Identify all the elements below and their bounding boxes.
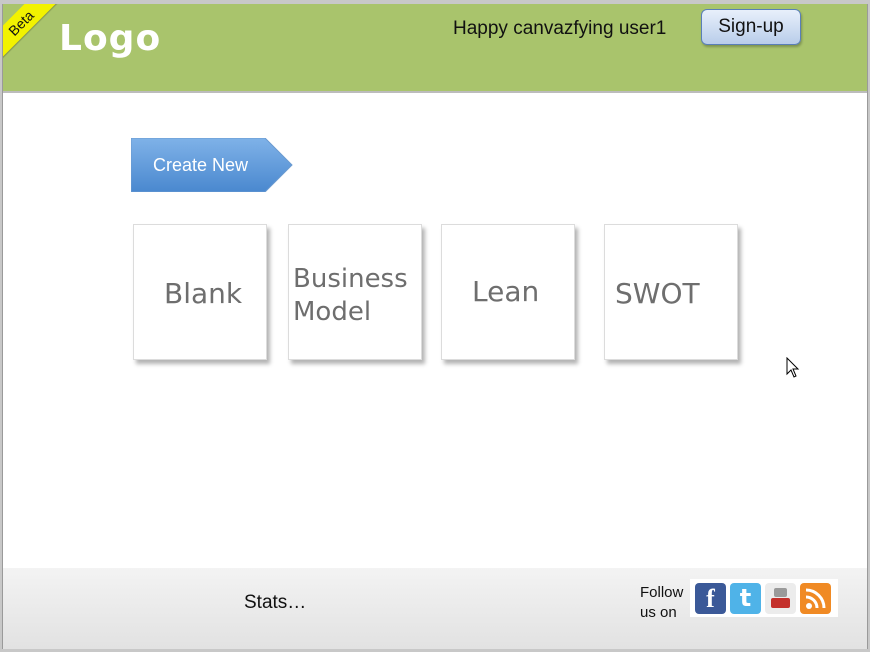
beta-ribbon: Beta (3, 4, 63, 65)
create-new-label: Create New (153, 155, 249, 175)
header-bar: Beta Logo Happy canvazfying user1 Sign-u… (3, 4, 867, 93)
youtube-icon[interactable] (765, 583, 796, 614)
facebook-icon[interactable]: f (695, 583, 726, 614)
user-greeting: Happy canvazfying user1 (453, 18, 667, 39)
template-card-lean[interactable]: Lean (441, 224, 575, 360)
create-new-button[interactable]: Create New (131, 138, 293, 192)
template-label-line2: Model (293, 297, 372, 327)
logo[interactable]: Logo (59, 18, 161, 59)
social-icons: f t (690, 579, 838, 617)
template-card-business-model[interactable]: Business Model (288, 224, 422, 360)
template-label: Blank (164, 277, 243, 310)
template-label: Business (293, 264, 408, 294)
follow-label: Follow us on (640, 583, 692, 623)
footer-bar: Stats… Follow us on f t (3, 568, 867, 649)
rss-icon[interactable] (800, 583, 831, 614)
template-card-blank[interactable]: Blank (133, 224, 267, 360)
mouse-cursor-icon (786, 357, 800, 378)
follow-label-line1: Follow (640, 584, 684, 601)
template-label: Lean (472, 275, 540, 308)
app-window: Beta Logo Happy canvazfying user1 Sign-u… (2, 4, 868, 649)
template-card-swot[interactable]: SWOT (604, 224, 738, 360)
follow-label-line2: us on (640, 604, 677, 621)
signup-button[interactable]: Sign-up (701, 9, 801, 45)
twitter-icon[interactable]: t (730, 583, 761, 614)
stats-link[interactable]: Stats… (244, 592, 306, 614)
template-label: SWOT (615, 277, 700, 310)
